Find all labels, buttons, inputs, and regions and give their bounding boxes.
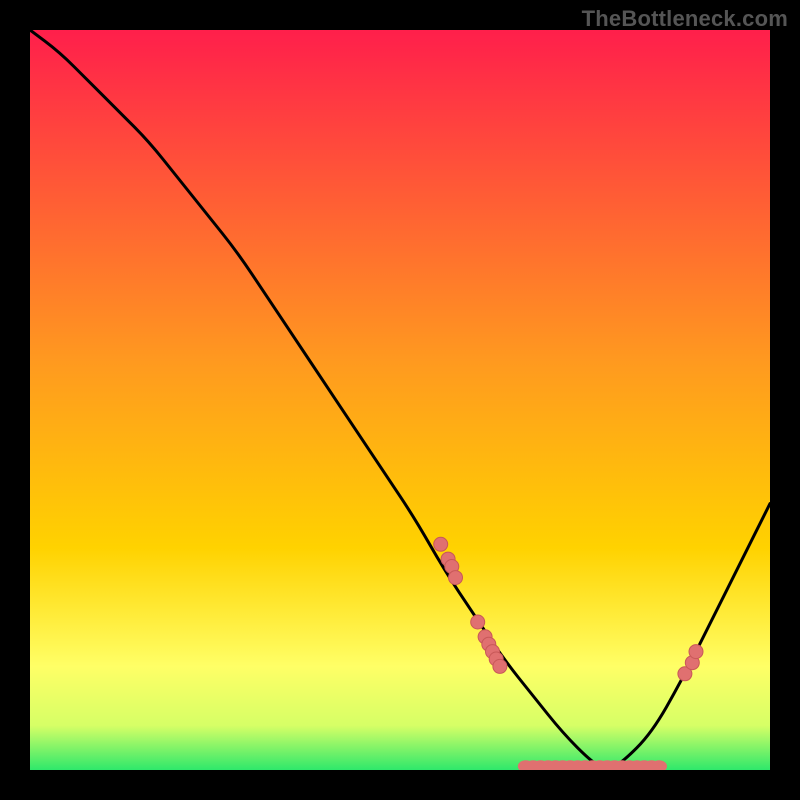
bottleneck-chart [30, 30, 770, 770]
flat-region-markers [518, 760, 667, 770]
gradient-background [30, 30, 770, 770]
data-marker [434, 537, 448, 551]
chart-frame [30, 30, 770, 770]
watermark-text: TheBottleneck.com [582, 6, 788, 32]
data-marker [471, 615, 485, 629]
data-marker [689, 645, 703, 659]
data-marker [449, 571, 463, 585]
data-marker [493, 659, 507, 673]
